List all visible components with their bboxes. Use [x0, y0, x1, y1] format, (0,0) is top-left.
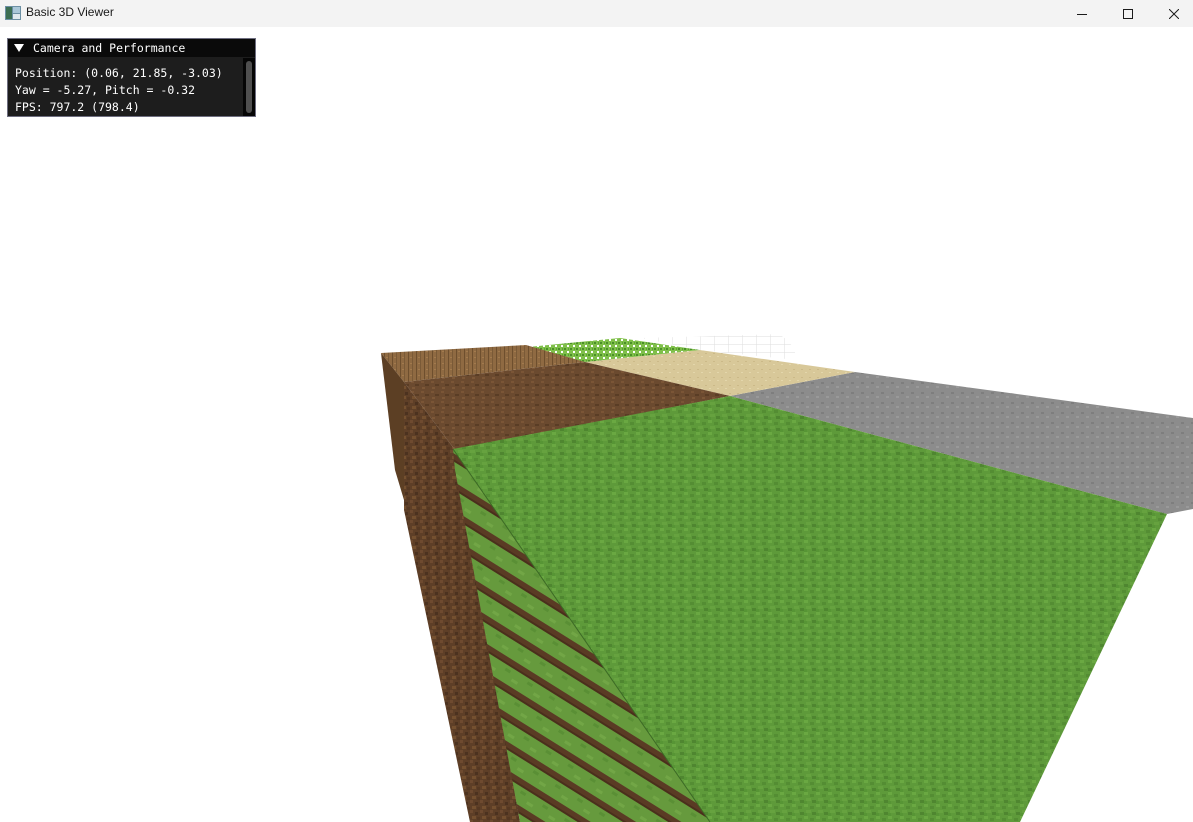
close-button[interactable]	[1151, 0, 1193, 27]
panel-title: Camera and Performance	[33, 41, 186, 55]
scrollbar-grab[interactable]	[246, 61, 252, 113]
camera-position-text: Position: (0.06, 21.85, -3.03)	[15, 66, 223, 80]
app-icon	[5, 6, 21, 20]
3d-viewport[interactable]	[0, 27, 1193, 822]
window-title: Basic 3D Viewer	[26, 5, 114, 19]
maximize-button[interactable]	[1105, 0, 1151, 27]
collapse-arrow-icon[interactable]	[14, 43, 24, 53]
fps-text: FPS: 797.2 (798.4)	[15, 100, 140, 114]
maximize-icon	[1123, 8, 1133, 19]
panel-scrollbar[interactable]	[243, 58, 255, 116]
camera-orientation-text: Yaw = -5.27, Pitch = -0.32	[15, 83, 196, 97]
close-icon	[1169, 8, 1179, 19]
app-window: Basic 3D Viewer Camera and Performance P…	[0, 0, 1193, 822]
camera-performance-panel[interactable]: Camera and Performance Position: (0.06, …	[7, 38, 256, 117]
minimize-button[interactable]	[1059, 0, 1105, 27]
panel-header[interactable]: Camera and Performance	[8, 39, 255, 57]
minimize-icon	[1077, 13, 1087, 15]
3d-scene	[381, 334, 1193, 822]
title-bar[interactable]: Basic 3D Viewer	[0, 0, 1193, 27]
